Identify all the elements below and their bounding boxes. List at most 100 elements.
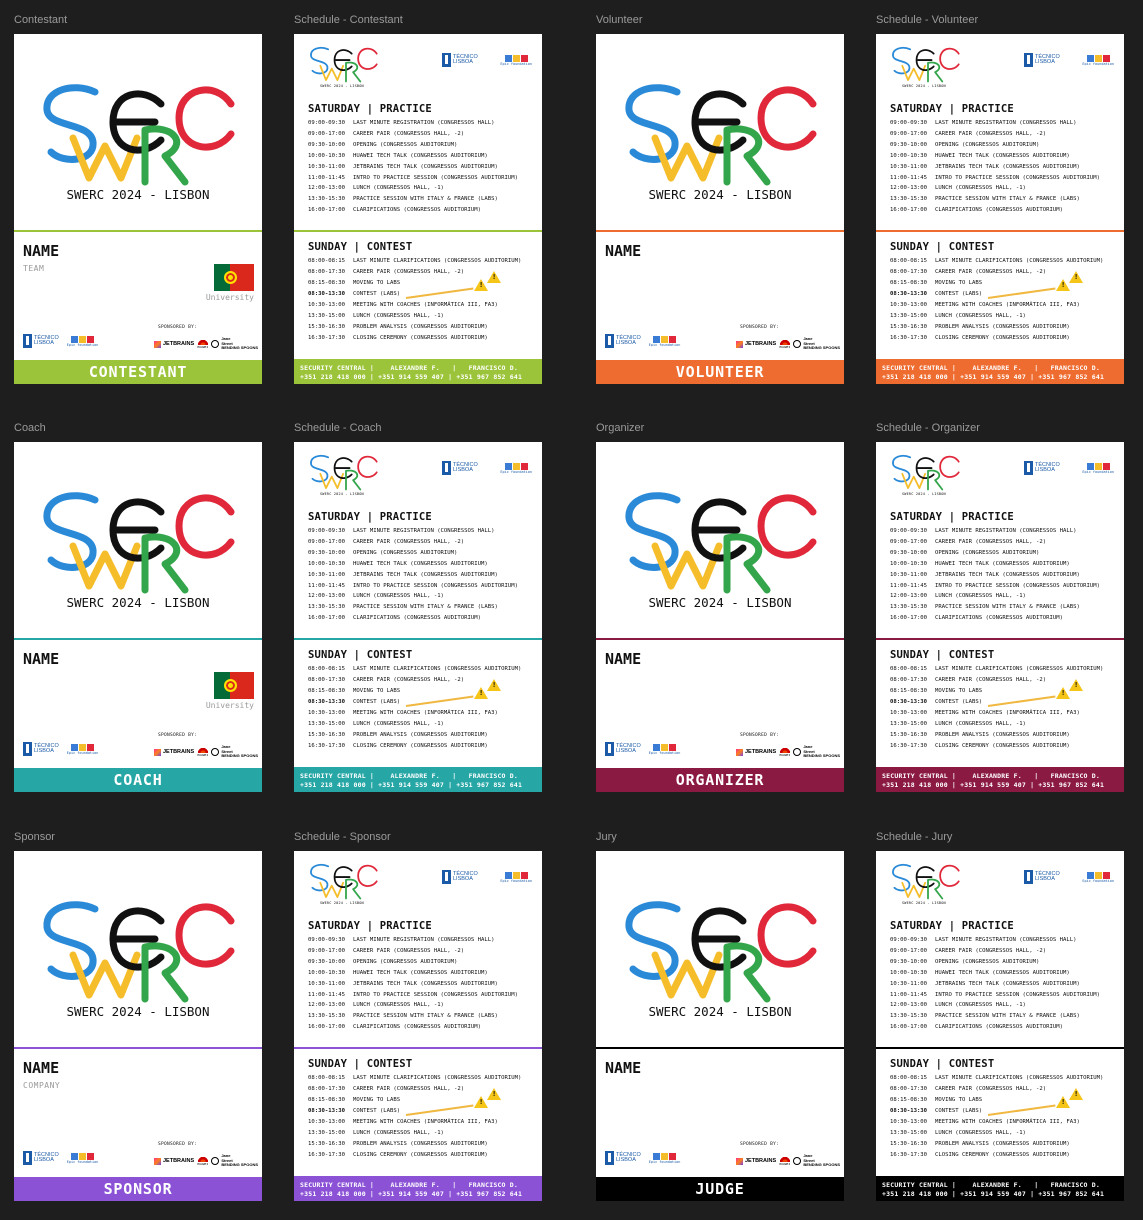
swerc-logo-icon	[43, 84, 235, 186]
event-description: LAST MINUTE REGISTRATION (CONGRESSOS HAL…	[353, 528, 495, 534]
epic-square-icon	[669, 1152, 677, 1160]
swerc-logo-icon	[43, 901, 235, 1003]
schedule-card[interactable]: SWERC 2024 - LISBON TÉCNICO LISBOA Epic fou…	[876, 442, 1124, 792]
event-time: 15:30-16:30	[308, 732, 346, 738]
schedule-institution-logos: TÉCNICO LISBOA Epic foundation	[442, 867, 532, 887]
tecnico-lisboa-logo: TÉCNICO LISBOA	[605, 1151, 641, 1165]
emergency-contacts-footer: SECURITY CENTRAL | ALEXANDRE F. | FRANCI…	[294, 1176, 542, 1201]
event-time: 08:30-13:30	[890, 1108, 928, 1114]
role-banner: SPONSOR	[14, 1177, 262, 1201]
epic-square-icon	[512, 54, 520, 62]
event-time: 12:00-13:00	[890, 185, 928, 192]
emergency-contacts-footer: SECURITY CENTRAL | ALEXANDRE F. | FRANCI…	[876, 359, 1124, 384]
schedule-event-row: 13:30-15:30 PRACTICE SESSION WITH ITALY &…	[890, 1013, 1080, 1020]
tecnico-text: TÉCNICO LISBOA	[616, 743, 641, 755]
frame-label[interactable]: Schedule - Sponsor	[294, 831, 391, 843]
event-description: CAREER FAIR (CONGRESSOS HALL, -2)	[353, 947, 465, 954]
frame-label[interactable]: Coach	[14, 422, 46, 434]
badge-divider	[14, 1047, 262, 1049]
badge-card[interactable]: SWERC 2024 - LISBON NAME TÉCNICO LISBOA Epic…	[596, 851, 844, 1201]
frame-label[interactable]: Schedule - Coach	[294, 422, 381, 434]
schedule-card[interactable]: SWERC 2024 - LISBON TÉCNICO LISBOA Epic fou…	[876, 34, 1124, 384]
epic-label: Epic foundation	[66, 1159, 99, 1164]
jetbrains-logo: JETBRAINS	[736, 340, 777, 348]
schedule-event-row: 10:30-13:00 MEETING WITH COACHES (INFORMÁ…	[308, 1119, 498, 1126]
badge-card[interactable]: SWERC 2024 - LISBON NAME TÉCNICO LISBOA Epic…	[596, 442, 844, 792]
event-time: 11:00-11:45	[890, 582, 928, 589]
event-time: 12:00-13:00	[890, 593, 928, 600]
jane-street-text: Jane Street BENDING SPOONS	[221, 336, 258, 350]
jane-street-logo: Jane Street BENDING SPOONS	[793, 336, 840, 350]
schedule-card[interactable]: SWERC 2024 - LISBON TÉCNICO LISBOA Epic fou…	[876, 851, 1124, 1201]
event-description: LUNCH (CONGRESSOS HALL, -1)	[935, 185, 1026, 192]
schedule-event-row: 10:30-13:00 MEETING WITH COACHES (INFORMÁ…	[308, 710, 498, 717]
emergency-contacts-footer: SECURITY CENTRAL | ALEXANDRE F. | FRANCI…	[876, 767, 1124, 792]
schedule-card[interactable]: SWERC 2024 - LISBON TÉCNICO LISBOA Epic fou…	[294, 442, 542, 792]
epic-squares-icon	[653, 1152, 677, 1160]
badge-card[interactable]: SWERC 2024 - LISBON NAME COMPANY TÉCNICO LIS…	[14, 851, 262, 1201]
schedule-event-row: 09:00-09:30 LAST MINUTE REGISTRATION (CON…	[890, 120, 1076, 127]
schedule-event-row: 15:30-16:30 PROBLEM ANALYSIS (CONGRESSOS …	[308, 1141, 488, 1148]
epic-label: Epic foundation	[1082, 61, 1114, 66]
event-description: LUNCH (CONGRESSOS HALL, -1)	[935, 1002, 1026, 1009]
jetbrains-logo: JETBRAINS	[736, 1157, 776, 1165]
epic-square-icon	[79, 743, 87, 751]
schedule-card[interactable]: SWERC 2024 - LISBON TÉCNICO LISBOA Epic fou…	[294, 851, 542, 1201]
warning-icon	[487, 679, 501, 691]
frame-label[interactable]: Organizer	[596, 422, 644, 434]
event-description: CLARIFICATIONS (CONGRESSOS AUDITORIUM)	[353, 1024, 481, 1031]
jetbrains-label: JETBRAINS	[745, 341, 777, 347]
frame-label[interactable]: Schedule - Jury	[876, 831, 952, 843]
event-description: INTRO TO PRACTICE SESSION (CONGRESSOS AU…	[353, 582, 519, 589]
sponsored-by-label: SPONSORED BY:	[740, 733, 780, 738]
tecnico-lisboa-logo: TÉCNICO LISBOA	[23, 334, 59, 348]
institution-logos: TÉCNICO LISBOA Epic foundation	[23, 1148, 113, 1168]
frame-label[interactable]: Schedule - Contestant	[294, 14, 403, 26]
tecnico-line2: LISBOA	[1035, 59, 1055, 65]
schedule-card[interactable]: SWERC 2024 - LISBON TÉCNICO LISBOA Epic fou…	[294, 34, 542, 384]
schedule-event-row: 09:00-09:30 LAST MINUTE REGISTRATION (CON…	[308, 120, 495, 127]
frame-label[interactable]: Schedule - Volunteer	[876, 14, 978, 26]
event-time: 09:00-17:00	[890, 947, 928, 954]
epic-square-icon	[71, 743, 79, 751]
badge-card[interactable]: SWERC 2024 - LISBON NAME University TÉCNICO…	[14, 442, 262, 792]
badge-event-title: SWERC 2024 - LISBON	[66, 1004, 210, 1019]
epic-label: Epic foundation	[500, 469, 532, 474]
tecnico-text: TÉCNICO LISBOA	[1035, 462, 1060, 474]
frame-label[interactable]: Jury	[596, 831, 617, 843]
badge-card[interactable]: SWERC 2024 - LISBON NAME TEAM University TÉC…	[14, 34, 262, 384]
event-time: 09:00-17:00	[308, 130, 346, 137]
schedule-event-row: 09:00-17:00 CAREER FAIR (CONGRESSOS HALL,…	[890, 947, 1046, 955]
badge-card[interactable]: SWERC 2024 - LISBON NAME TÉCNICO LISBOA Epic…	[596, 34, 844, 384]
schedule-event-row: 15:30-16:30 PROBLEM ANALYSIS (CONGRESSOS …	[308, 732, 488, 739]
frame-label[interactable]: Schedule - Organizer	[876, 422, 980, 434]
tecnico-icon	[23, 1151, 32, 1165]
event-time: 12:00-13:00	[308, 1002, 346, 1009]
event-description: INTRO TO PRACTICE SESSION (CONGRESSOS AU…	[353, 991, 519, 998]
event-time: 09:30-10:00	[308, 958, 346, 965]
event-description: CLOSING CEREMONY (CONGRESSOS AUDITORIUM)	[353, 743, 488, 749]
huawei-label: HUAWEI	[779, 1162, 791, 1166]
university-label: University	[205, 701, 254, 710]
frame-label[interactable]: Volunteer	[596, 14, 642, 26]
event-description: LAST MINUTE REGISTRATION (CONGRESSOS HAL…	[935, 937, 1077, 943]
frame-label[interactable]: Sponsor	[14, 831, 55, 843]
schedule-divider	[876, 230, 1124, 232]
event-description: LAST MINUTE REGISTRATION (CONGRESSOS HAL…	[353, 120, 495, 126]
schedule-event-row: 11:00-11:45 INTRO TO PRACTICE SESSION (CO…	[890, 582, 1100, 590]
schedule-event-row: 11:00-11:45 INTRO TO PRACTICE SESSION (CO…	[308, 991, 519, 999]
schedule-event-row: 10:00-10:30 HUAWEI TECH TALK (CONGRESSOS …	[308, 153, 488, 160]
institution-logos: TÉCNICO LISBOA Epic foundation	[605, 331, 695, 351]
event-description: JETBRAINS TECH TALK (CONGRESSOS AUDITORI…	[935, 980, 1080, 987]
bending-spoons-label: BENDING SPOONS	[803, 753, 840, 759]
event-time: 09:30-10:00	[890, 549, 928, 556]
event-time: 10:30-11:00	[308, 980, 346, 987]
event-time: 11:00-11:45	[890, 174, 928, 181]
schedule-logo-caption: SWERC 2024 - LISBON	[320, 492, 364, 496]
schedule-event-row: 13:30-15:30 PRACTICE SESSION WITH ITALY &…	[308, 1013, 498, 1020]
tecnico-icon	[605, 1151, 614, 1165]
frame-label[interactable]: Contestant	[14, 14, 67, 26]
warning-icon	[487, 271, 501, 283]
schedule-logo-caption: SWERC 2024 - LISBON	[902, 492, 946, 496]
saturday-heading: SATURDAY | PRACTICE	[890, 103, 1014, 115]
